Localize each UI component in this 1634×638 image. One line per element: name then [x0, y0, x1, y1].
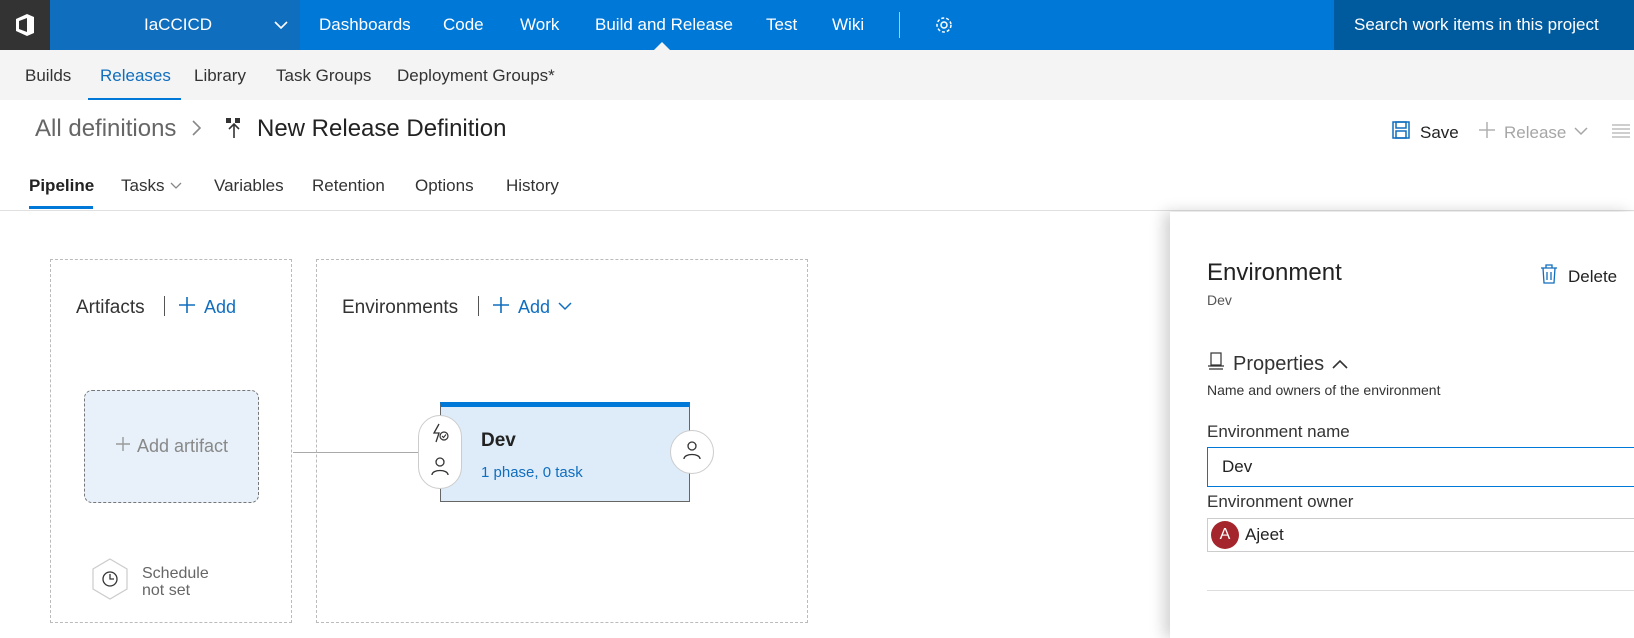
environment-name-input[interactable] — [1207, 447, 1634, 487]
nav-test[interactable]: Test — [766, 15, 797, 35]
environment-card-summary[interactable]: 1 phase, 0 task — [481, 464, 583, 481]
chevron-down-icon — [1574, 123, 1588, 143]
delete-label: Delete — [1568, 266, 1618, 286]
chevron-down-icon — [170, 176, 182, 196]
tab-variables[interactable]: Variables — [214, 176, 284, 196]
nav-dashboards[interactable]: Dashboards — [319, 15, 411, 35]
project-name: IaCCICD — [144, 15, 213, 34]
page-title: New Release Definition — [257, 115, 507, 142]
owner-name: Ajeet — [1245, 525, 1284, 544]
environment-owner-label: Environment owner — [1207, 492, 1354, 511]
tab-tasks-label: Tasks — [121, 176, 165, 195]
properties-icon — [1207, 352, 1225, 376]
properties-section-toggle[interactable]: Properties — [1207, 352, 1348, 376]
add-label: Add — [204, 297, 237, 317]
save-label: Save — [1420, 122, 1459, 142]
schedule-trigger[interactable]: Schedule not set — [90, 557, 209, 606]
schedule-line-1: Schedule — [142, 564, 209, 582]
environment-owner-picker[interactable]: A Ajeet — [1207, 518, 1634, 552]
post-deployment-approvers[interactable] — [670, 430, 714, 474]
search-placeholder: Search work items in this project — [1354, 15, 1599, 34]
tab-history[interactable]: History — [506, 176, 559, 196]
project-selector[interactable]: IaCCICD — [50, 0, 300, 50]
nav-build-and-release[interactable]: Build and Release — [595, 15, 733, 35]
nav-code[interactable]: Code — [443, 15, 484, 35]
schedule-line-2: not set — [142, 581, 191, 599]
title-divider — [478, 296, 479, 316]
tab-pipeline[interactable]: Pipeline — [29, 176, 94, 196]
pre-deployment-conditions[interactable] — [418, 415, 462, 489]
nav-divider — [899, 12, 900, 38]
add-environment-link[interactable]: Add — [492, 296, 572, 319]
trigger-icon — [430, 423, 450, 448]
environment-card-dev[interactable]: Dev 1 phase, 0 task — [440, 402, 690, 502]
avatar: A — [1211, 521, 1239, 549]
subnav-builds[interactable]: Builds — [25, 66, 71, 86]
plus-icon — [492, 296, 510, 319]
subnav-task-groups[interactable]: Task Groups — [276, 66, 371, 86]
plus-icon — [178, 296, 196, 319]
add-artifact-link[interactable]: Add — [178, 296, 236, 319]
active-nav-indicator — [654, 42, 670, 50]
properties-title: Properties — [1233, 352, 1325, 375]
subnav-deployment-groups[interactable]: Deployment Groups* — [397, 66, 555, 86]
add-label: Add — [518, 297, 551, 317]
top-navigation-bar: IaCCICD Dashboards Code Work Build and R… — [0, 0, 1634, 50]
gear-icon[interactable] — [934, 15, 954, 40]
add-artifact-card[interactable]: Add artifact — [84, 390, 259, 503]
plus-icon — [1478, 121, 1496, 144]
environment-properties-panel: Environment Dev Delete Properties Name a… — [1170, 212, 1634, 638]
panel-subtitle: Dev — [1207, 292, 1232, 308]
vsts-logo-icon[interactable] — [0, 0, 50, 50]
nav-work[interactable]: Work — [520, 15, 559, 35]
subnav-library[interactable]: Library — [194, 66, 246, 86]
properties-description: Name and owners of the environment — [1207, 382, 1441, 398]
tab-options[interactable]: Options — [415, 176, 474, 196]
title-divider — [164, 296, 165, 316]
chevron-down-icon — [558, 297, 572, 318]
artifacts-title: Artifacts — [76, 297, 145, 318]
subnav-releases[interactable]: Releases — [100, 66, 171, 86]
chevron-up-icon — [1332, 353, 1348, 376]
environments-title: Environments — [342, 297, 459, 318]
chevron-down-icon — [274, 17, 288, 37]
release-label: Release — [1504, 122, 1567, 142]
tab-tasks[interactable]: Tasks — [121, 176, 182, 196]
environment-name-label: Environment name — [1207, 422, 1350, 441]
panel-title: Environment — [1207, 259, 1342, 286]
clock-icon — [90, 557, 130, 606]
trash-icon — [1540, 264, 1558, 289]
environment-card-name: Dev — [481, 430, 516, 451]
approver-icon — [430, 456, 450, 481]
nav-wiki[interactable]: Wiki — [832, 15, 864, 35]
list-icon[interactable] — [1611, 123, 1631, 144]
release-definition-icon — [224, 117, 244, 144]
panel-divider — [1207, 590, 1634, 591]
tab-retention[interactable]: Retention — [312, 176, 385, 196]
save-button[interactable]: Save — [1392, 121, 1459, 144]
plus-icon — [115, 436, 131, 457]
tabs-divider — [0, 210, 1634, 211]
subnav-active-underline — [88, 98, 181, 100]
approver-icon — [682, 440, 702, 465]
breadcrumb-all-definitions[interactable]: All definitions — [35, 115, 176, 143]
schedule-status: Schedule not set — [142, 565, 209, 599]
tab-active-underline — [29, 206, 93, 209]
add-artifact-label: Add artifact — [136, 436, 229, 456]
delete-button[interactable]: Delete — [1540, 264, 1617, 289]
save-icon — [1392, 121, 1410, 144]
release-button[interactable]: Release — [1478, 121, 1588, 144]
breadcrumb-chevron-icon — [191, 117, 203, 143]
search-work-items-box[interactable]: Search work items in this project — [1334, 0, 1634, 50]
sub-navigation-bar: Builds Releases Library Task Groups Depl… — [0, 50, 1634, 100]
